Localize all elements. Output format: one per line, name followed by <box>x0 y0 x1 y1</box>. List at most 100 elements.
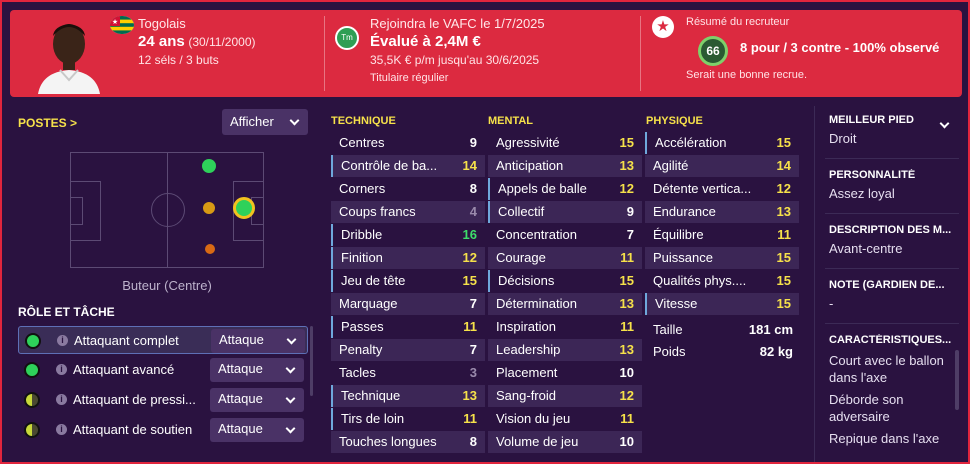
attribute-row[interactable]: Penalty 7 <box>331 339 485 361</box>
attribute-row[interactable]: Inspiration 11 <box>488 316 642 338</box>
attribute-row[interactable]: Agilité 14 <box>645 155 799 177</box>
svg-text:★: ★ <box>112 18 118 26</box>
attribute-name: Volume de jeu <box>496 434 579 449</box>
attribute-row[interactable]: Leadership 13 <box>488 339 642 361</box>
role-row[interactable]: i Attaquant de soutien Attaque <box>18 416 308 444</box>
attribute-name: Corners <box>339 181 386 196</box>
attribute-value: 12 <box>619 181 634 196</box>
attribute-row[interactable]: Accélération 15 <box>645 132 799 154</box>
info-icon[interactable]: i <box>56 364 67 375</box>
international-caps: 12 séls / 3 buts <box>138 53 219 67</box>
position-dot-am-centre <box>203 202 215 214</box>
attribute-row[interactable]: Passes 11 <box>331 316 485 338</box>
attribute-name: Détente vertica... <box>653 181 752 196</box>
attribute-value: 7 <box>469 342 477 357</box>
attribute-value: 9 <box>469 135 477 150</box>
profile-scrollbar[interactable] <box>955 350 959 410</box>
attribute-name: Concentration <box>496 227 577 242</box>
attribute-name: Décisions <box>498 273 555 288</box>
scout-rating-badge: 66 <box>698 36 728 66</box>
info-icon[interactable]: i <box>56 394 67 405</box>
attribute-name: Passes <box>341 319 384 334</box>
attribute-row[interactable]: Qualités phys.... 15 <box>645 270 799 292</box>
attribute-row[interactable]: Marquage 7 <box>331 293 485 315</box>
role-row[interactable]: i Attaquant complet Attaque <box>18 326 308 354</box>
attribute-row[interactable]: Tirs de loin 11 <box>331 408 485 430</box>
attribute-row[interactable]: Technique 13 <box>331 385 485 407</box>
duty-dropdown[interactable]: Attaque <box>210 388 304 412</box>
attribute-value: 11 <box>463 319 477 334</box>
player-value: Évalué à 2,4M € <box>370 33 481 50</box>
position-pitch <box>70 152 264 268</box>
position-dot-am-left <box>202 159 216 173</box>
role-suitability-icon <box>24 362 40 378</box>
attribute-name: Puissance <box>653 250 713 265</box>
attribute-value: 15 <box>776 135 791 150</box>
attribute-value: 13 <box>619 158 634 173</box>
attribute-value: 4 <box>469 204 477 219</box>
club-logo-icon[interactable]: Tm <box>335 26 359 50</box>
attribute-name: Penalty <box>339 342 383 357</box>
duty-dropdown[interactable]: Attaque <box>211 329 305 353</box>
star-icon: ★ <box>652 16 674 38</box>
attribute-row[interactable]: Endurance 13 <box>645 201 799 223</box>
attribute-value: 11 <box>620 319 634 334</box>
duty-dropdown[interactable]: Attaque <box>210 358 304 382</box>
attribute-row[interactable]: Jeu de tête 15 <box>331 270 485 292</box>
attribute-row[interactable]: Placement 10 <box>488 362 642 384</box>
physique-heading: PHYSIQUE <box>646 115 703 127</box>
attribute-row[interactable]: Vision du jeu 11 <box>488 408 642 430</box>
attribute-row[interactable]: Courage 11 <box>488 247 642 269</box>
attribute-row[interactable]: Centres 9 <box>331 132 485 154</box>
attribute-value: 13 <box>619 296 634 311</box>
attribute-row[interactable]: Coups francs 4 <box>331 201 485 223</box>
attribute-row[interactable]: Tacles 3 <box>331 362 485 384</box>
weight-value: 82 kg <box>759 344 793 359</box>
mental-heading: MENTAL <box>488 115 534 127</box>
attribute-row[interactable]: Appels de balle 12 <box>488 178 642 200</box>
attribute-row[interactable]: Touches longues 8 <box>331 431 485 453</box>
attribute-row[interactable]: Finition 12 <box>331 247 485 269</box>
positions-heading[interactable]: POSTES > <box>18 116 77 130</box>
attribute-row[interactable]: Détermination 13 <box>488 293 642 315</box>
attribute-row[interactable]: Corners 8 <box>331 178 485 200</box>
role-suitability-icon <box>24 422 40 438</box>
attribute-name: Sang-froid <box>496 388 556 403</box>
attribute-value: 7 <box>626 227 634 242</box>
role-row[interactable]: i Attaquant avancé Attaque <box>18 356 308 384</box>
attribute-row[interactable]: Agressivité 15 <box>488 132 642 154</box>
role-label: Attaquant de pressi... <box>73 392 196 407</box>
attribute-name: Tirs de loin <box>341 411 405 426</box>
attribute-name: Tacles <box>339 365 376 380</box>
attribute-value: 10 <box>619 365 634 380</box>
attribute-row[interactable]: Volume de jeu 10 <box>488 431 642 453</box>
attribute-row[interactable]: Équilibre 11 <box>645 224 799 246</box>
attribute-value: 3 <box>469 365 477 380</box>
attribute-value: 13 <box>619 342 634 357</box>
profile-panel: MEILLEUR PIED Droit PERSONNALITÉ Assez l… <box>814 106 962 464</box>
info-icon[interactable]: i <box>56 424 67 435</box>
show-dropdown[interactable]: Afficher <box>222 109 308 135</box>
attribute-row[interactable]: Puissance 15 <box>645 247 799 269</box>
position-dot-striker <box>233 197 255 219</box>
attribute-row[interactable]: Décisions 15 <box>488 270 642 292</box>
attribute-row[interactable]: Sang-froid 12 <box>488 385 642 407</box>
attribute-name: Technique <box>341 388 401 403</box>
divider <box>324 16 325 91</box>
role-row[interactable]: i Attaquant de pressi... Attaque <box>18 386 308 414</box>
attribute-name: Contrôle de ba... <box>341 158 438 173</box>
attribute-value: 15 <box>776 250 791 265</box>
info-icon[interactable]: i <box>57 335 68 346</box>
attribute-row[interactable]: Vitesse 15 <box>645 293 799 315</box>
attribute-row[interactable]: Collectif 9 <box>488 201 642 223</box>
attribute-row[interactable]: Concentration 7 <box>488 224 642 246</box>
roles-scrollbar[interactable] <box>310 326 313 396</box>
attribute-row[interactable]: Détente vertica... 12 <box>645 178 799 200</box>
attribute-row[interactable]: Contrôle de ba... 14 <box>331 155 485 177</box>
attribute-name: Jeu de tête <box>341 273 406 288</box>
attribute-row[interactable]: Anticipation 13 <box>488 155 642 177</box>
attribute-row[interactable]: Dribble 16 <box>331 224 485 246</box>
duty-dropdown[interactable]: Attaque <box>210 418 304 442</box>
attribute-value: 13 <box>462 388 477 403</box>
attribute-value: 15 <box>619 273 634 288</box>
